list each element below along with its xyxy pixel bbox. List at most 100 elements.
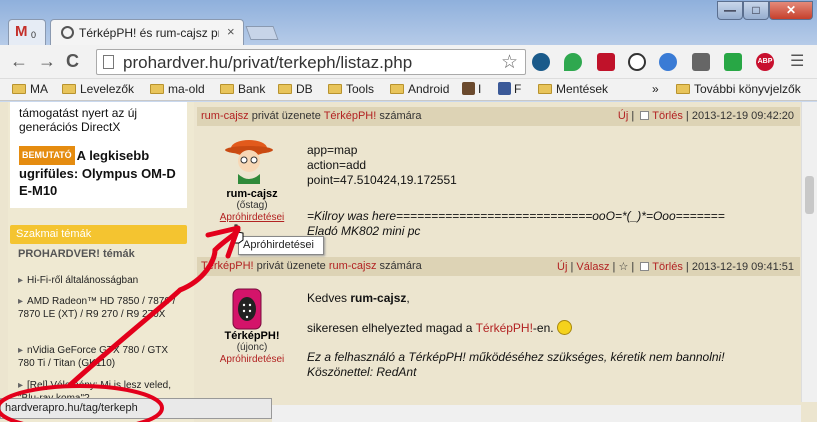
thanks-text: Köszönettel: RedAnt [307,365,417,379]
tab-terkeph[interactable]: TérképPH! és rum-cajsz privát üzenete × [50,19,244,45]
message-sender-link[interactable]: rum-cajsz [201,110,249,122]
folder-icon [62,84,76,94]
bookmark-other[interactable]: További könyvjelzők [676,82,801,96]
user-avatar-rum-cajsz[interactable] [224,134,274,184]
bookmark-instagram[interactable]: I [462,82,481,96]
sidebar: támogatást nyert az új generációs Direct… [8,102,194,422]
user-ads-link[interactable]: Apróhirdetései [202,212,302,224]
prohardver-favicon-icon [61,26,74,39]
bookmark-tools[interactable]: Tools [328,82,374,96]
page-content: támogatást nyert az új generációs Direct… [0,102,817,422]
tab-gmail[interactable]: M 0 [8,19,46,45]
bookmark-bank[interactable]: Bank [220,82,265,96]
user-info: TérképPH! (újonc) Apróhirdetései [202,330,302,366]
bookmark-mentesek[interactable]: Mentések [538,82,608,96]
sidebar-link[interactable]: AMD Radeon™ HD 7850 / 7870 / 7870 LE (XT… [18,295,184,321]
bookmark-ma[interactable]: MA [12,82,48,96]
promo-article-title[interactable]: BEMUTATÓ A legkisebb ugrifüles: Olympus O… [19,146,179,199]
bot-note: Ez a felhasználó a TérképPH! működéséhez… [307,350,725,364]
promo-top-text[interactable]: támogatást nyert az új generációs Direct… [19,106,179,134]
new-message-link[interactable]: Új [618,110,628,122]
folder-icon [220,84,234,94]
user-ads-link[interactable]: Apróhirdetései [202,354,302,366]
new-message-link[interactable]: Új [557,261,567,273]
minimize-button[interactable]: — [717,1,743,20]
bookmark-db[interactable]: DB [278,82,313,96]
message-date: 2013-12-19 09:42:20 [691,110,794,122]
url-text[interactable]: prohardver.hu/privat/terkeph/listaz.php [123,53,412,73]
message-recipient-link[interactable]: TérképPH! [324,110,377,122]
sidebar-link[interactable]: nVidia GeForce GTX 780 / GTX 780 Ti / Ti… [18,344,184,370]
subsection-header: PROHARDVER! témák [18,248,135,260]
greeting: Kedves rum-cajsz, [307,291,410,305]
folder-icon [278,84,292,94]
bookmark-facebook[interactable]: F [498,82,521,96]
adblock-extension-icon[interactable]: ABP [756,53,774,71]
message-line: point=47.510424,19.172551 [307,173,457,187]
blue-extension-icon[interactable] [659,53,677,71]
folder-icon [328,84,342,94]
section-header[interactable]: Szakmai témák [10,225,187,244]
folder-icon [390,84,404,94]
tab-title: TérképPH! és rum-cajsz privát üzenete [79,26,219,40]
page-icon [103,55,114,69]
bookmark-ma-old[interactable]: ma-old [150,82,205,96]
tab-strip: M 0 TérképPH! és rum-cajsz privát üzenet… [0,0,817,45]
vertical-scrollbar[interactable] [801,102,817,402]
pocket-extension-icon[interactable] [692,53,710,71]
select-checkbox[interactable] [640,262,650,271]
user-name[interactable]: rum-cajsz [202,188,302,200]
promo-text: támogatást nyert az új generációs Direct… [19,106,179,199]
delete-link[interactable]: Törlés [652,261,683,273]
promo-badge: BEMUTATÓ [19,146,75,165]
signature-line-2: Eladó MK802 mini pc [307,224,421,238]
forward-icon[interactable]: → [38,51,56,72]
chrome-menu-icon[interactable]: ☰ [790,51,804,71]
bookmarks-overflow-chevron[interactable]: » [652,82,659,96]
message-header-text: privát üzenete [256,260,326,272]
folder-icon [538,84,552,94]
folder-icon [150,84,164,94]
message-body: app=map action=add point=47.510424,19.17… [307,143,787,239]
asterisk-extension-icon[interactable] [597,53,615,71]
maximize-button[interactable]: □ [743,1,769,20]
user-name[interactable]: TérképPH! [202,330,302,342]
bookmark-levelezok[interactable]: Levelezők [62,82,134,96]
message-date: 2013-12-19 09:41:51 [691,261,794,273]
green-extension-icon[interactable] [724,53,742,71]
bookmark-star-icon[interactable]: ☆ [501,51,518,74]
hand-cursor-icon [231,224,244,244]
status-bar-url: hardverapro.hu/tag/terkeph [0,398,272,419]
address-bar[interactable]: prohardver.hu/privat/terkeph/listaz.php … [96,49,526,75]
reload-icon[interactable]: C [66,51,79,72]
bookmarks-bar: MA Levelezők ma-old Bank DB Tools Androi… [0,79,817,101]
reply-link[interactable]: Válasz [576,261,609,273]
sidebar-link[interactable]: Hi-Fi-ről általánosságban [18,274,184,287]
evernote-extension-icon[interactable] [564,53,582,71]
message-recipient-link[interactable]: rum-cajsz [329,260,377,272]
promo-box[interactable]: támogatást nyert az új generációs Direct… [10,102,187,208]
new-tab-button[interactable] [245,26,279,40]
terkeph-link[interactable]: TérképPH! [476,321,533,335]
message-body: Kedves rum-cajsz, sikeresen elhelyezted … [307,291,787,380]
delete-link[interactable]: Törlés [652,110,683,122]
tab-close-icon[interactable]: × [227,24,235,39]
message-1: rum-cajsz privát üzenete TérképPH! számá… [197,107,800,257]
instagram-icon [462,82,475,95]
close-window-button[interactable]: ✕ [769,1,813,20]
user-avatar-terkeph[interactable] [227,287,267,331]
message-header-text: privát üzenete [251,110,321,122]
favorite-star-icon[interactable]: ☆ [618,261,628,273]
p-extension-icon[interactable] [628,53,646,71]
scrollbar-thumb[interactable] [805,176,814,214]
horizontal-scrollbar[interactable] [272,405,801,422]
message-actions: Új | Törlés | 2013-12-19 09:42:20 [617,110,794,122]
message-header: rum-cajsz privát üzenete TérképPH! számá… [197,107,800,126]
back-icon[interactable]: ← [10,51,28,72]
user-rank: (őstag) [236,200,268,211]
globe-extension-icon[interactable] [532,53,550,71]
message-sender-link[interactable]: TérképPH! [201,260,254,272]
browser-toolbar: ← → C prohardver.hu/privat/terkeph/lista… [0,45,817,79]
bookmark-android[interactable]: Android [390,82,449,96]
select-checkbox[interactable] [640,111,650,120]
